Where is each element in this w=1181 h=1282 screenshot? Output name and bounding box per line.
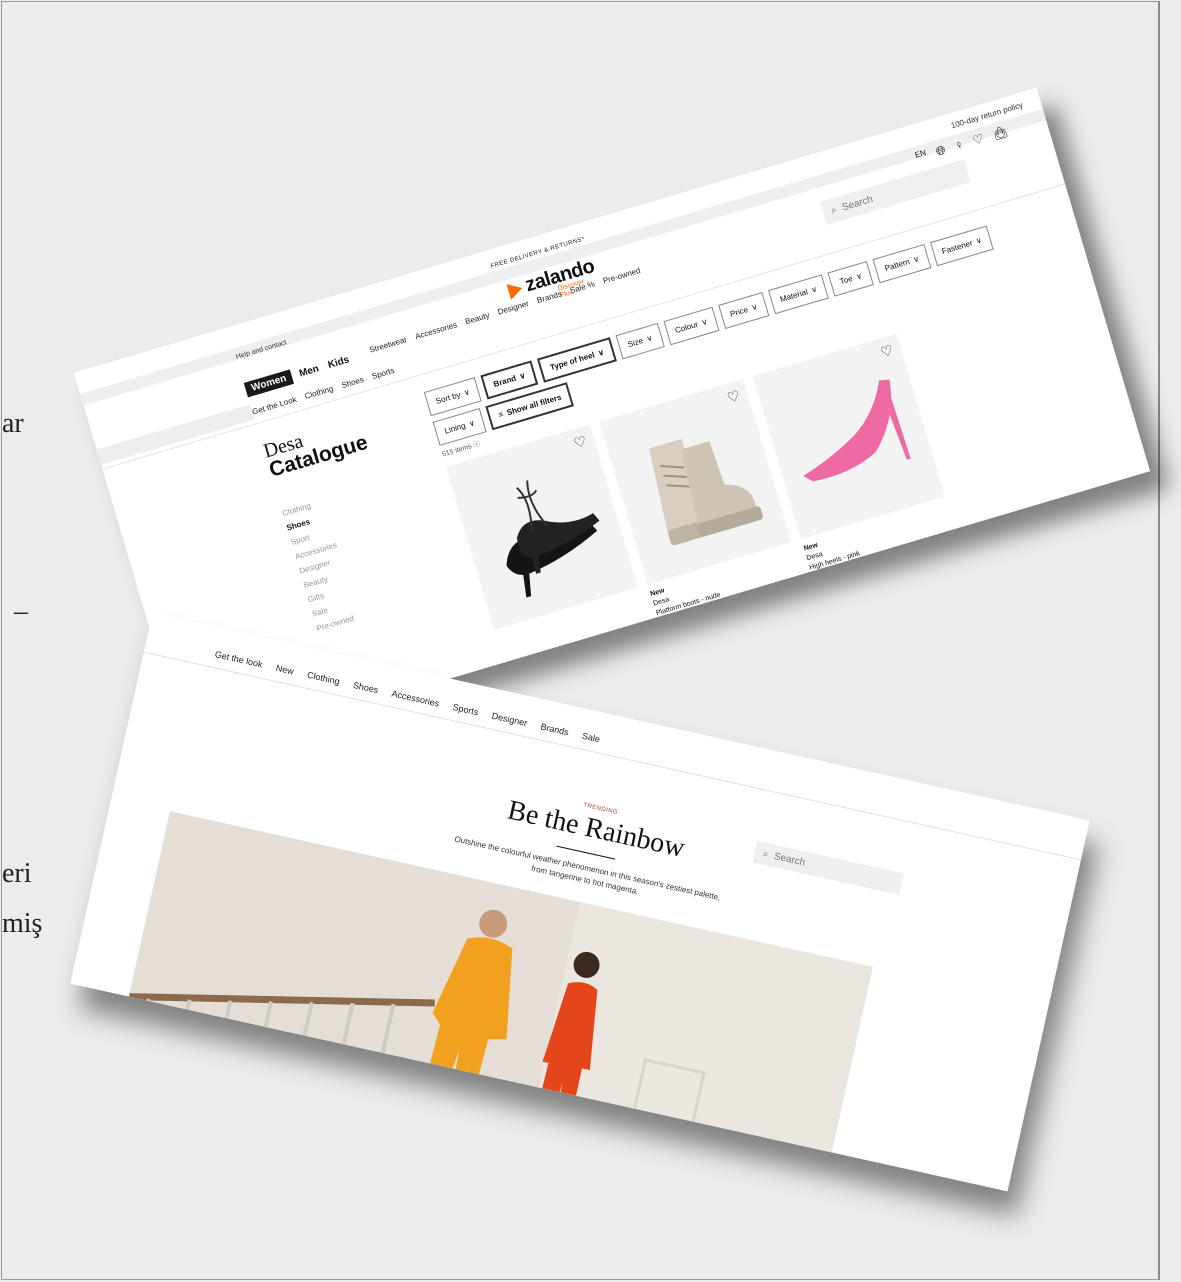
nav-item-sports[interactable]: Sports (452, 702, 480, 717)
filter-pattern[interactable]: Pattern ∨ (872, 244, 932, 284)
nav-item-shoes[interactable]: Shoes (340, 375, 364, 390)
wishlist-heart-icon[interactable]: ♡ (971, 131, 986, 148)
filter-label: Colour (673, 319, 700, 336)
filter-label: Show all filters (505, 392, 563, 418)
filter-price[interactable]: Price ∨ (718, 291, 770, 330)
nav-item-designer[interactable]: Designer (491, 711, 528, 729)
filter-fastener[interactable]: Fastener ∨ (929, 225, 994, 267)
nav-item-clothing[interactable]: Clothing (306, 670, 340, 687)
nav-item-accessories[interactable]: Accessories (391, 688, 441, 708)
filter-label: Material (779, 287, 809, 304)
chevron-down-icon: ∨ (597, 347, 606, 358)
nav-item-shoes[interactable]: Shoes (352, 680, 379, 695)
background-text-fragment: ar (2, 408, 24, 439)
language-label[interactable]: EN (914, 148, 929, 166)
tab-men[interactable]: Men (295, 361, 322, 382)
background-text-fragment: eri (2, 858, 32, 889)
filter-material[interactable]: Material ∨ (768, 274, 830, 315)
filter-label: Type of heel (548, 350, 596, 373)
chevron-down-icon: ∨ (518, 370, 527, 382)
background-text-fragment: miş (2, 908, 43, 939)
filter-label: Lining (443, 420, 467, 436)
filter-size[interactable]: Size ∨ (615, 323, 665, 360)
logo-play-icon (506, 279, 525, 300)
filter-colour[interactable]: Colour ∨ (663, 306, 720, 346)
nav-item-accessories[interactable]: Accessories (414, 320, 458, 341)
filter-label: Fastener (940, 238, 974, 257)
filter-label: Pattern (883, 257, 911, 274)
search-placeholder: Search (840, 193, 875, 214)
nav-item-brands[interactable]: Brands (540, 721, 570, 737)
background-text-fragment: – (14, 596, 28, 627)
chevron-down-icon: ∨ (645, 333, 654, 344)
nav-item-get-the-look[interactable]: Get the look (214, 649, 264, 669)
chevron-down-icon: ∨ (974, 235, 984, 246)
nav-item-beauty[interactable]: Beauty (464, 311, 490, 327)
chevron-down-icon: ∨ (700, 316, 709, 328)
filter-type-of-heel[interactable]: Type of heel ∨ (537, 337, 618, 383)
search-icon: ⌕ (829, 204, 839, 217)
chevron-down-icon: ∨ (854, 271, 864, 282)
filter-label: Sort by (434, 390, 462, 406)
chevron-down-icon: ∨ (750, 302, 759, 313)
item-count-label: 515 items (441, 443, 473, 459)
sliders-icon: ≡ (497, 409, 505, 420)
tab-kids[interactable]: Kids (324, 352, 353, 374)
chevron-down-icon: ∨ (462, 387, 472, 398)
filter-label: Size (626, 336, 645, 350)
chevron-down-icon: ∨ (467, 418, 476, 429)
filter-label: Brand (492, 373, 518, 389)
filter-label: Toe (838, 273, 854, 287)
page-title: Desa Catalogue (261, 414, 370, 482)
nav-item-sports[interactable]: Sports (371, 366, 396, 381)
chevron-down-icon: ∨ (912, 254, 921, 265)
help-circle-icon[interactable]: ⓘ (472, 441, 481, 450)
chevron-down-icon: ∨ (810, 284, 819, 295)
globe-icon[interactable]: 🌐︎ (934, 142, 947, 159)
nav-item-clothing[interactable]: Clothing (304, 384, 335, 401)
nav-item-pre-owned[interactable]: Pre-owned (602, 266, 642, 286)
filter-label: Price (729, 304, 750, 319)
tab-women[interactable]: Women (243, 369, 294, 398)
filter-toe[interactable]: Toe ∨ (827, 260, 875, 297)
nav-item-streetwear[interactable]: Streetwear (368, 335, 408, 355)
nav-item-sale[interactable]: Sale (581, 731, 601, 745)
nav-band (96, 404, 255, 465)
nav-item-new[interactable]: New (275, 663, 295, 677)
account-icon[interactable]: ♀︎ (953, 137, 966, 154)
side-category-list: Clothing Shoes Sport Accessories Designe… (281, 497, 359, 633)
